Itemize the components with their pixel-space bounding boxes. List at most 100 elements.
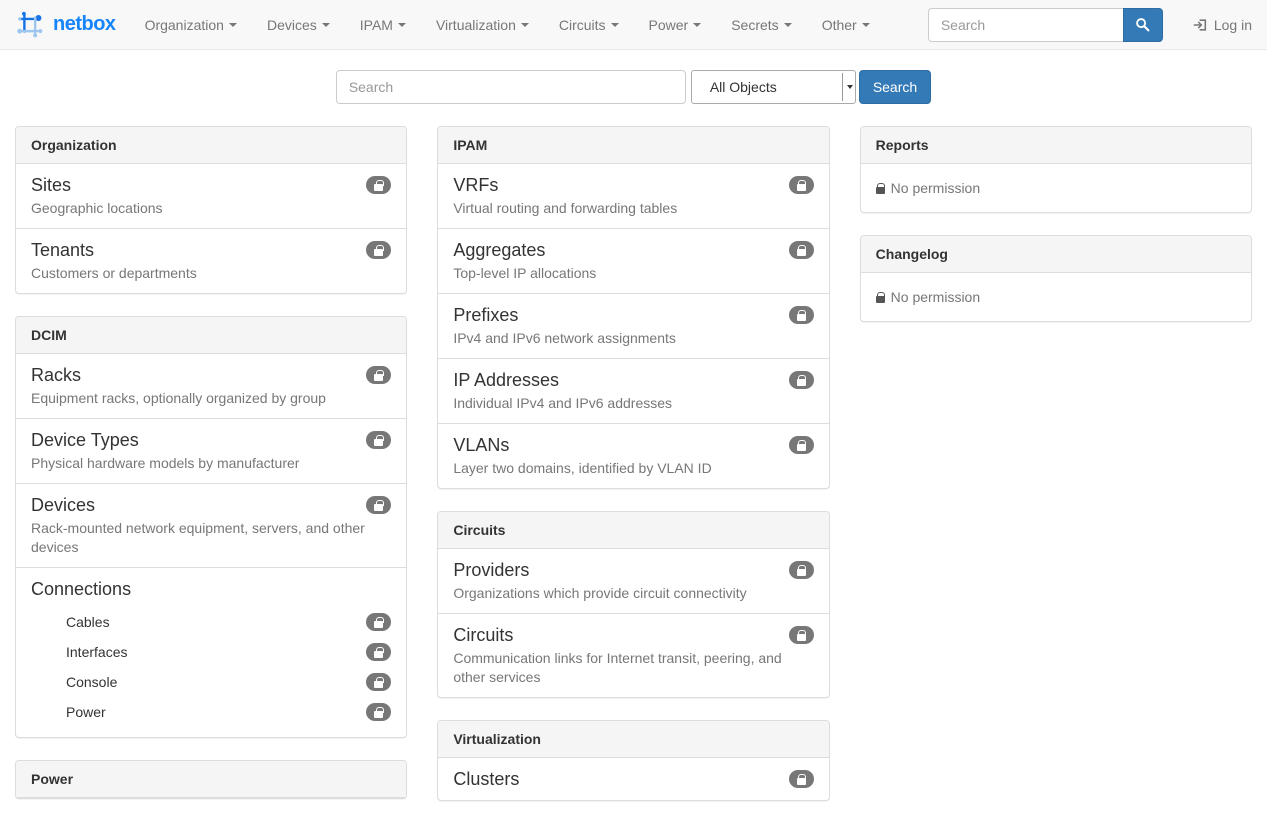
panel-title: IPAM bbox=[438, 127, 828, 164]
lock-icon bbox=[876, 187, 885, 194]
list-item-vlans[interactable]: VLANs Layer two domains, identified by V… bbox=[438, 423, 828, 488]
column-left: Organization Sites Geographic locations … bbox=[15, 126, 407, 821]
list-item-sites[interactable]: Sites Geographic locations bbox=[16, 164, 406, 228]
lock-badge bbox=[789, 770, 814, 788]
netbox-logo-icon bbox=[15, 10, 45, 40]
lock-badge bbox=[366, 496, 391, 514]
lock-badge bbox=[366, 613, 391, 631]
panel-reports: Reports No permission bbox=[860, 126, 1252, 213]
global-search-input[interactable] bbox=[336, 70, 686, 104]
lock-icon bbox=[797, 379, 806, 386]
lock-icon bbox=[797, 778, 806, 785]
lock-icon bbox=[374, 651, 383, 658]
menu-organization[interactable]: Organization bbox=[130, 0, 252, 50]
lock-icon bbox=[374, 681, 383, 688]
brand-name: netbox bbox=[53, 13, 116, 36]
lock-badge bbox=[789, 561, 814, 579]
list-item-providers[interactable]: Providers Organizations which provide ci… bbox=[438, 549, 828, 613]
list-item-racks[interactable]: Racks Equipment racks, optionally organi… bbox=[16, 354, 406, 418]
list-item-vrfs[interactable]: VRFs Virtual routing and forwarding tabl… bbox=[438, 164, 828, 228]
no-permission-row: No permission bbox=[861, 164, 1251, 212]
sublist-item-interfaces[interactable]: Interfaces bbox=[66, 637, 391, 667]
lock-badge bbox=[789, 371, 814, 389]
global-search-button[interactable]: Search bbox=[859, 70, 931, 104]
list-item-device-types[interactable]: Device Types Physical hardware models by… bbox=[16, 418, 406, 483]
menu-secrets[interactable]: Secrets bbox=[716, 0, 806, 50]
search-icon bbox=[1135, 17, 1150, 32]
global-search-bar: All Objects Search bbox=[0, 70, 1267, 104]
sublist-item-power[interactable]: Power bbox=[66, 697, 391, 727]
panel-organization: Organization Sites Geographic locations … bbox=[15, 126, 407, 294]
menu-circuits[interactable]: Circuits bbox=[544, 0, 634, 50]
list-item-tenants[interactable]: Tenants Customers or departments bbox=[16, 228, 406, 293]
menu-ipam[interactable]: IPAM bbox=[345, 0, 421, 50]
chevron-down-icon bbox=[611, 23, 619, 27]
menu-virtualization[interactable]: Virtualization bbox=[421, 0, 544, 50]
netbox-brand[interactable]: netbox bbox=[15, 10, 116, 40]
sublist-item-cables[interactable]: Cables bbox=[66, 607, 391, 637]
log-in-icon bbox=[1193, 18, 1208, 32]
list-item-clusters[interactable]: Clusters bbox=[438, 758, 828, 800]
lock-badge bbox=[366, 643, 391, 661]
dashboard-content: Organization Sites Geographic locations … bbox=[0, 126, 1267, 823]
lock-icon bbox=[797, 569, 806, 576]
lock-icon bbox=[374, 439, 383, 446]
chevron-down-icon bbox=[229, 23, 237, 27]
column-right: Reports No permission Changelog No permi… bbox=[860, 126, 1252, 344]
panel-title: Virtualization bbox=[438, 721, 828, 758]
list-item-prefixes[interactable]: Prefixes IPv4 and IPv6 network assignmen… bbox=[438, 293, 828, 358]
lock-icon bbox=[374, 711, 383, 718]
lock-badge bbox=[789, 241, 814, 259]
menu-other[interactable]: Other bbox=[807, 0, 885, 50]
chevron-down-icon bbox=[521, 23, 529, 27]
navbar-search-button[interactable] bbox=[1123, 8, 1163, 42]
list-item-aggregates[interactable]: Aggregates Top-level IP allocations bbox=[438, 228, 828, 293]
navbar-search-input[interactable] bbox=[928, 8, 1123, 42]
chevron-down-icon bbox=[862, 23, 870, 27]
sublist-item-console[interactable]: Console bbox=[66, 667, 391, 697]
lock-icon bbox=[797, 444, 806, 451]
list-item-devices[interactable]: Devices Rack-mounted network equipment, … bbox=[16, 483, 406, 567]
panel-changelog: Changelog No permission bbox=[860, 235, 1252, 322]
object-type-select[interactable]: All Objects bbox=[691, 70, 856, 104]
lock-icon bbox=[374, 249, 383, 256]
chevron-down-icon bbox=[398, 23, 406, 27]
menu-power[interactable]: Power bbox=[634, 0, 717, 50]
panel-ipam: IPAM VRFs Virtual routing and forwarding… bbox=[437, 126, 829, 489]
panel-circuits: Circuits Providers Organizations which p… bbox=[437, 511, 829, 698]
navbar-search-form bbox=[928, 8, 1163, 42]
main-menu: Organization Devices IPAM Virtualization… bbox=[130, 0, 885, 50]
lock-badge bbox=[366, 431, 391, 449]
lock-icon bbox=[797, 184, 806, 191]
panel-title: DCIM bbox=[16, 317, 406, 354]
chevron-down-icon bbox=[784, 23, 792, 27]
list-item-connections: Connections Cables Interfaces Console bbox=[16, 567, 406, 737]
lock-icon bbox=[797, 249, 806, 256]
chevron-down-icon bbox=[693, 23, 701, 27]
lock-icon bbox=[374, 621, 383, 628]
lock-badge bbox=[366, 241, 391, 259]
lock-badge bbox=[366, 176, 391, 194]
panel-title: Reports bbox=[861, 127, 1251, 164]
lock-badge bbox=[366, 703, 391, 721]
lock-badge bbox=[789, 176, 814, 194]
top-navbar: netbox Organization Devices IPAM Virtual… bbox=[0, 0, 1267, 50]
panel-dcim: DCIM Racks Equipment racks, optionally o… bbox=[15, 316, 407, 738]
lock-icon bbox=[374, 184, 383, 191]
lock-badge bbox=[789, 436, 814, 454]
lock-badge bbox=[366, 366, 391, 384]
panel-title: Circuits bbox=[438, 512, 828, 549]
panel-title: Power bbox=[16, 761, 406, 798]
login-link[interactable]: Log in bbox=[1193, 17, 1252, 33]
lock-icon bbox=[797, 634, 806, 641]
panel-power: Power bbox=[15, 760, 407, 799]
lock-badge bbox=[789, 306, 814, 324]
connections-sublist: Cables Interfaces Console Power bbox=[66, 607, 391, 727]
list-item-circuits[interactable]: Circuits Communication links for Interne… bbox=[438, 613, 828, 697]
panel-title: Organization bbox=[16, 127, 406, 164]
column-middle: IPAM VRFs Virtual routing and forwarding… bbox=[437, 126, 829, 823]
list-item-ip-addresses[interactable]: IP Addresses Individual IPv4 and IPv6 ad… bbox=[438, 358, 828, 423]
lock-icon bbox=[374, 504, 383, 511]
menu-devices[interactable]: Devices bbox=[252, 0, 345, 50]
object-type-select-wrap: All Objects bbox=[691, 70, 856, 104]
